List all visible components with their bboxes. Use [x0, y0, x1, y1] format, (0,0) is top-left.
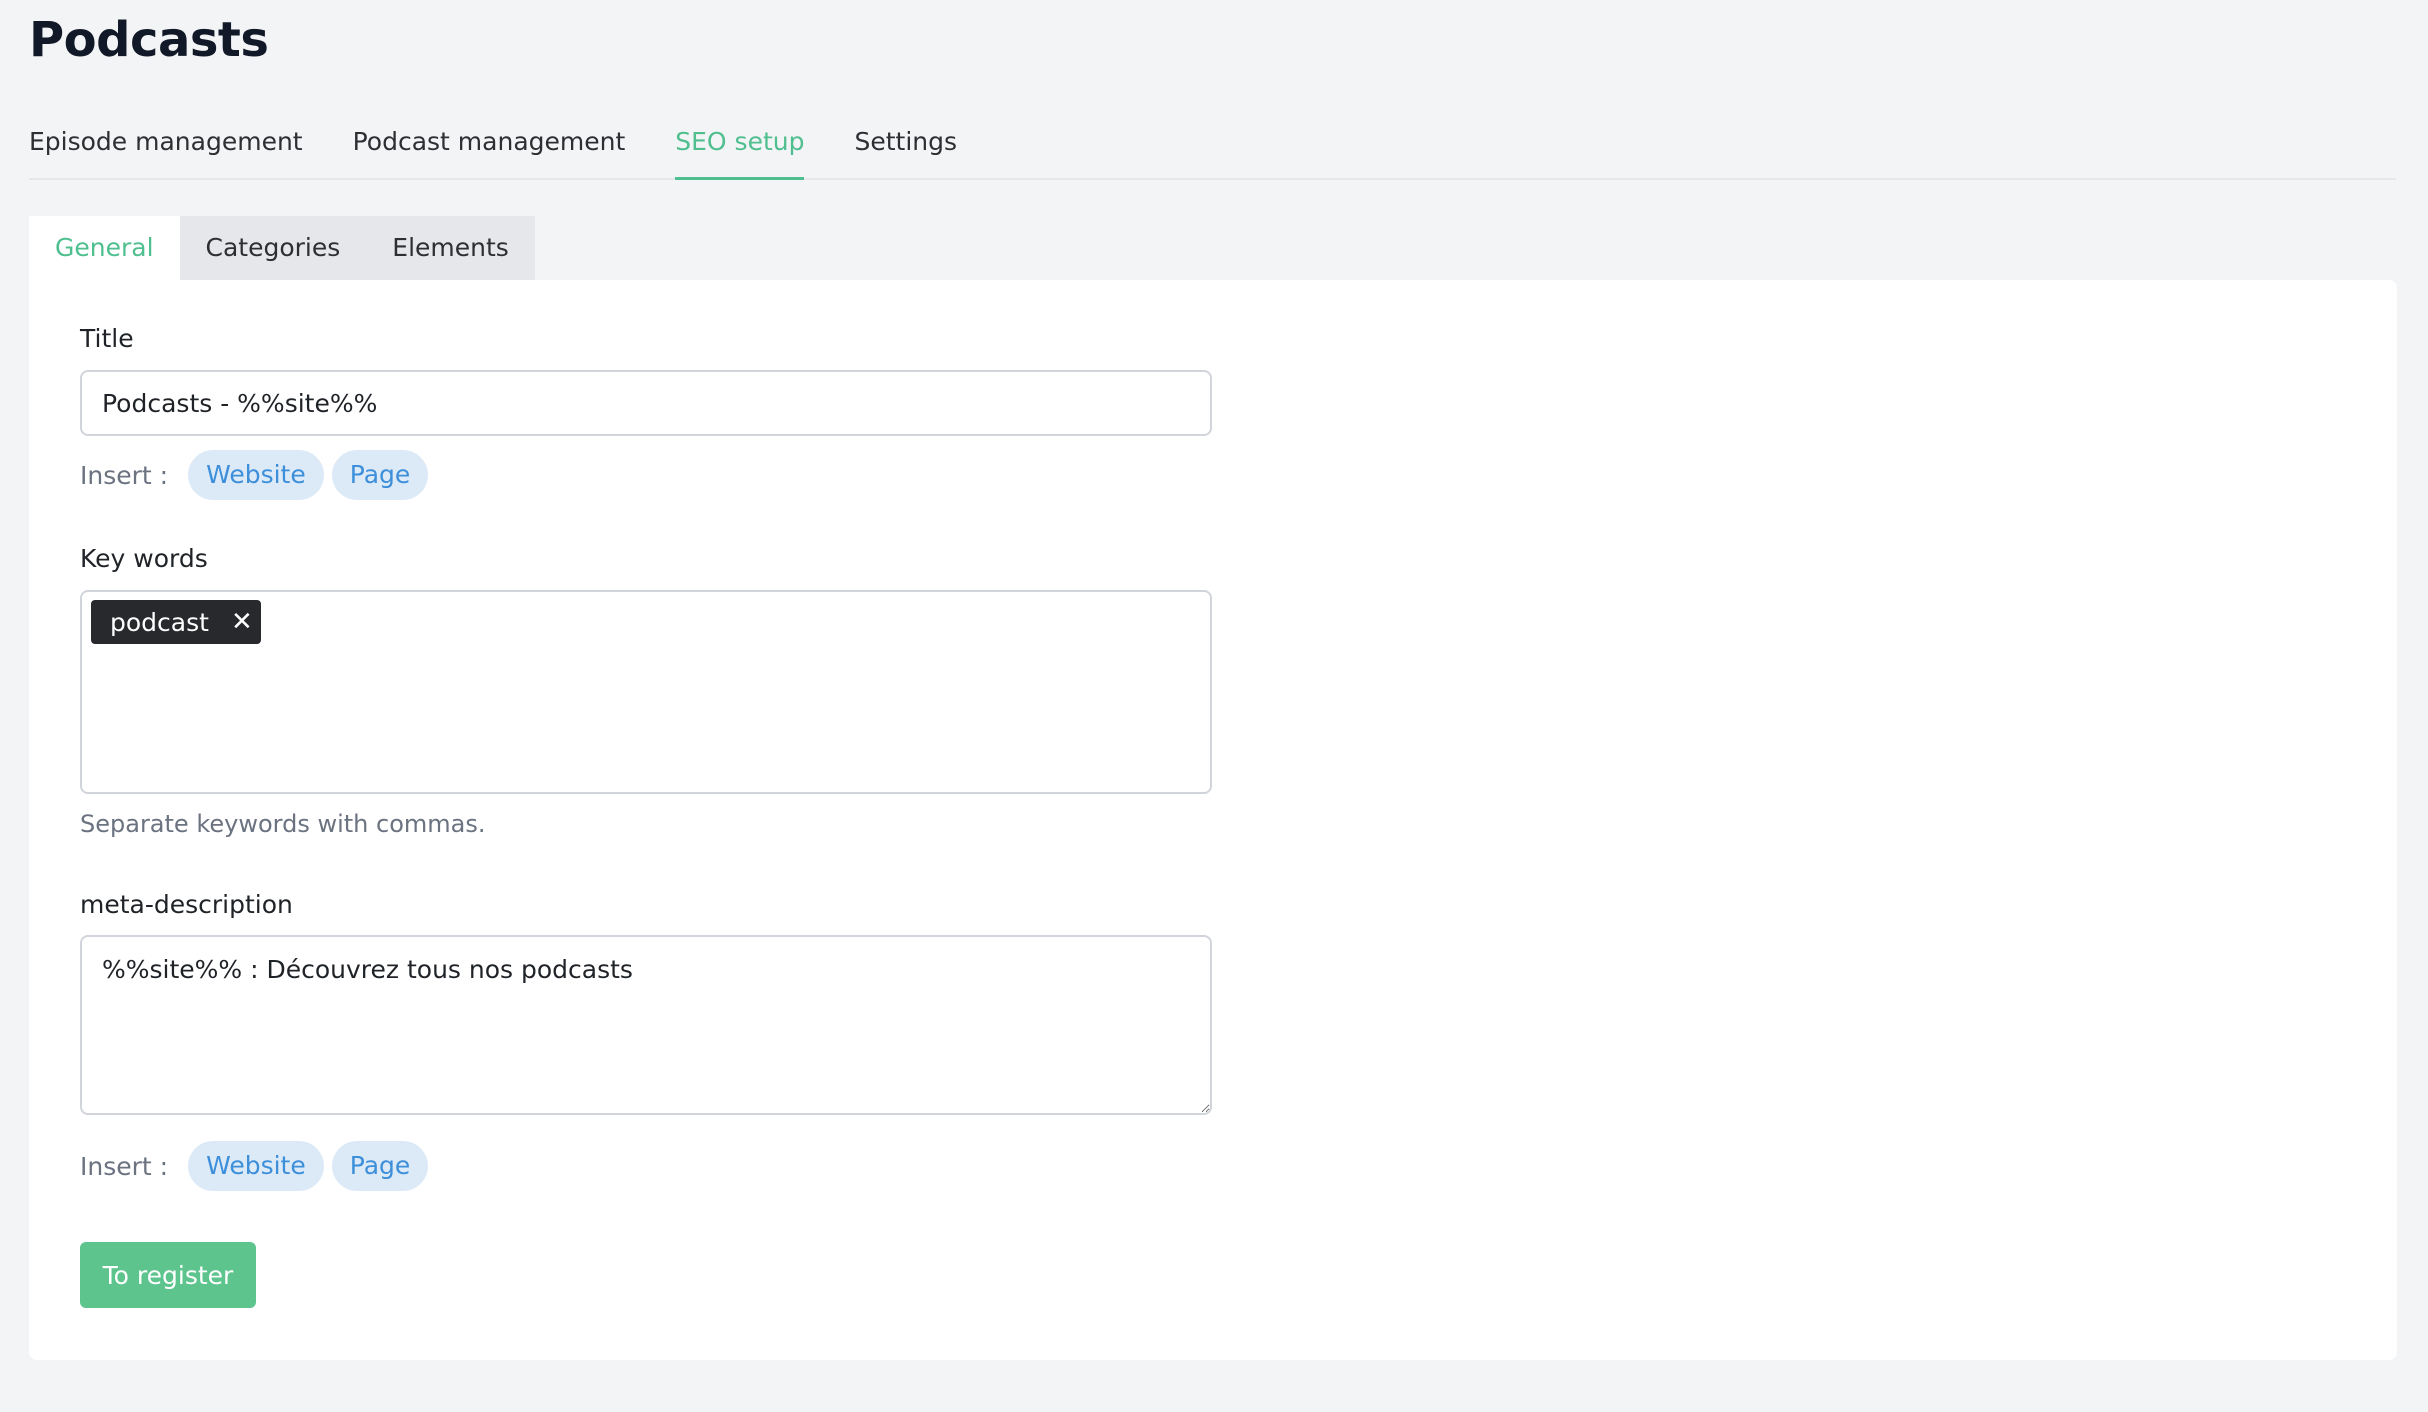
title-insert-row: Insert : Website Page: [80, 450, 436, 500]
seo-general-panel: Title Insert : Website Page Key words po…: [29, 280, 2397, 1360]
insert-website-chip[interactable]: Website: [188, 1141, 324, 1191]
tab-seo-setup[interactable]: SEO setup: [675, 124, 805, 180]
title-input[interactable]: [80, 370, 1212, 436]
keyword-tag-label: podcast: [110, 607, 209, 637]
main-tabs: Episode management Podcast management SE…: [29, 124, 2396, 180]
subtab-categories[interactable]: Categories: [179, 216, 367, 280]
insert-page-chip[interactable]: Page: [331, 1141, 429, 1191]
tab-podcast-management[interactable]: Podcast management: [353, 124, 626, 178]
insert-label: Insert :: [80, 460, 169, 490]
keyword-tag: podcast ✕: [91, 600, 261, 644]
keywords-label: Key words: [80, 544, 208, 573]
insert-page-chip[interactable]: Page: [331, 450, 429, 500]
tab-episode-management[interactable]: Episode management: [29, 124, 303, 178]
keywords-help-text: Separate keywords with commas.: [80, 810, 486, 838]
meta-insert-row: Insert : Website Page: [80, 1141, 436, 1191]
close-icon[interactable]: ✕: [231, 609, 253, 635]
subtab-elements[interactable]: Elements: [366, 216, 535, 280]
tab-settings[interactable]: Settings: [854, 124, 957, 178]
title-label: Title: [80, 324, 134, 353]
insert-label: Insert :: [80, 1151, 169, 1181]
page-title: Podcasts: [29, 12, 269, 68]
register-button[interactable]: To register: [80, 1242, 256, 1308]
insert-website-chip[interactable]: Website: [188, 450, 324, 500]
meta-description-textarea[interactable]: %%site%% : Découvrez tous nos podcasts: [80, 935, 1212, 1115]
sub-tabs: General Categories Elements: [29, 216, 535, 280]
subtab-general[interactable]: General: [29, 216, 180, 280]
meta-description-label: meta-description: [80, 890, 293, 919]
keywords-input[interactable]: podcast ✕: [80, 590, 1212, 794]
